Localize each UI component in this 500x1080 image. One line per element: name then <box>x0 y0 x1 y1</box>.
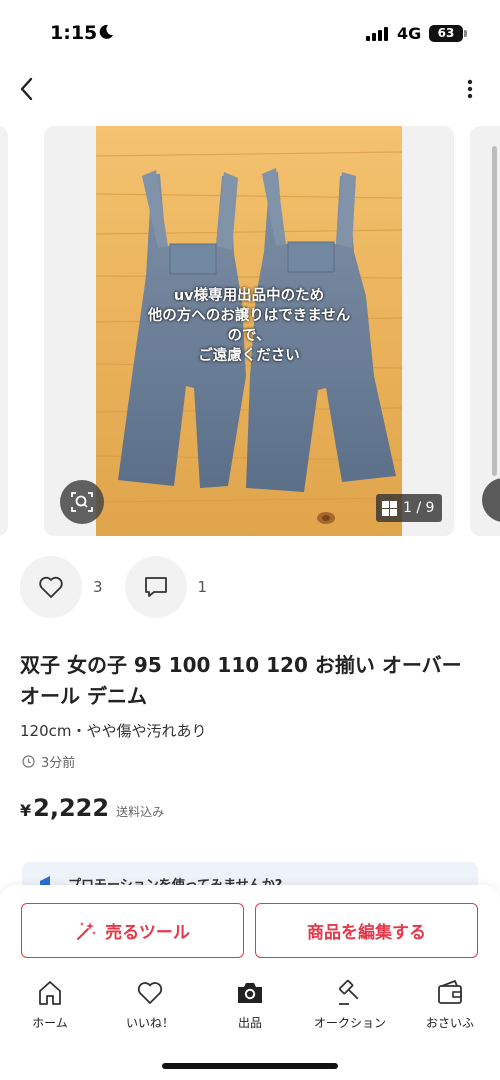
overlay-line: ご遠慮ください <box>198 348 300 364</box>
gavel-icon <box>338 979 359 1005</box>
gallery-slide[interactable]: uv様専用出品中のため 他の方へのお譲りはできません ので、 ご遠慮ください 1… <box>44 126 454 536</box>
moon-icon <box>99 24 113 39</box>
network-type: 4G <box>397 24 422 43</box>
camera-icon <box>238 983 262 1003</box>
item-actions: 3 1 <box>20 556 229 618</box>
scan-search-icon <box>71 492 93 512</box>
battery-icon: 63 <box>429 25 467 42</box>
tab-label: おさいふ <box>425 1016 474 1030</box>
clock-icon <box>22 755 35 768</box>
tab-home[interactable]: ホーム <box>0 978 100 1038</box>
like-button[interactable] <box>20 556 82 618</box>
home-icon <box>39 981 61 1005</box>
price: ¥ 2,222 送料込み <box>20 794 164 822</box>
tab-label: いいね！ <box>125 1016 174 1030</box>
tab-wallet[interactable]: おさいふ <box>400 978 500 1038</box>
heart-icon <box>137 982 163 1004</box>
posted-time-text: 3分前 <box>41 756 76 771</box>
home-indicator[interactable] <box>162 1063 338 1069</box>
comment-button[interactable] <box>124 556 187 618</box>
posted-time: 3分前 <box>22 752 75 771</box>
next-slide-scroll-indicator <box>492 146 497 476</box>
sell-tool-label: 売るツール <box>105 923 190 943</box>
comment-icon <box>144 577 167 597</box>
product-photo: uv様専用出品中のため 他の方へのお譲りはできません ので、 ご遠慮ください <box>96 126 402 536</box>
comment-count: 1 <box>197 578 208 596</box>
back-arrow-icon[interactable] <box>12 74 42 104</box>
signal-icon <box>366 27 388 41</box>
heart-icon <box>39 576 63 598</box>
overlay-line: ので、 <box>227 328 271 344</box>
image-counter[interactable]: 1 / 9 <box>376 494 443 522</box>
tab-bar: ホーム いいね！ 出品 オークション おさいふ <box>0 978 500 1038</box>
tab-auction[interactable]: オークション <box>300 978 400 1038</box>
shipping-note: 送料込み <box>116 805 165 819</box>
currency-symbol: ¥ <box>20 801 32 820</box>
item-title: 双子 女の子 95 100 110 120 お揃い オーバーオール デニム <box>20 653 462 708</box>
overlay-line: uv様専用出品中のため <box>173 288 325 304</box>
tab-sell[interactable]: 出品 <box>200 978 300 1038</box>
tab-label: オークション <box>313 1016 386 1030</box>
tab-label: ホーム <box>32 1016 68 1030</box>
tab-likes[interactable]: いいね！ <box>100 978 200 1038</box>
edit-item-label: 商品を編集する <box>307 923 426 943</box>
sell-tool-button[interactable]: 売るツール <box>21 903 244 958</box>
top-nav <box>0 68 500 112</box>
edit-item-button[interactable]: 商品を編集する <box>255 903 478 958</box>
status-bar: 1:15 4G 63 <box>0 0 500 64</box>
image-counter-text: 1 / 9 <box>403 500 435 516</box>
previous-slide-edge <box>0 126 8 536</box>
grid-icon <box>382 500 397 516</box>
overlay-line: 他の方へのお譲りはできません <box>147 308 351 324</box>
more-options-icon[interactable] <box>462 74 478 104</box>
image-gallery[interactable]: uv様専用出品中のため 他の方へのお譲りはできません ので、 ご遠慮ください 1… <box>0 126 500 538</box>
price-value: 2,222 <box>33 794 110 822</box>
item-condition: 120cm・やや傷や汚れあり <box>20 722 207 740</box>
wallet-icon <box>438 980 462 1004</box>
status-time: 1:15 <box>50 22 98 44</box>
photo-overlay-text: uv様専用出品中のため 他の方へのお譲りはできません ので、 ご遠慮ください <box>96 286 402 366</box>
like-count: 3 <box>93 578 103 596</box>
tab-label: 出品 <box>237 1016 262 1030</box>
magic-wand-icon <box>77 921 97 940</box>
image-search-button[interactable] <box>60 480 104 524</box>
